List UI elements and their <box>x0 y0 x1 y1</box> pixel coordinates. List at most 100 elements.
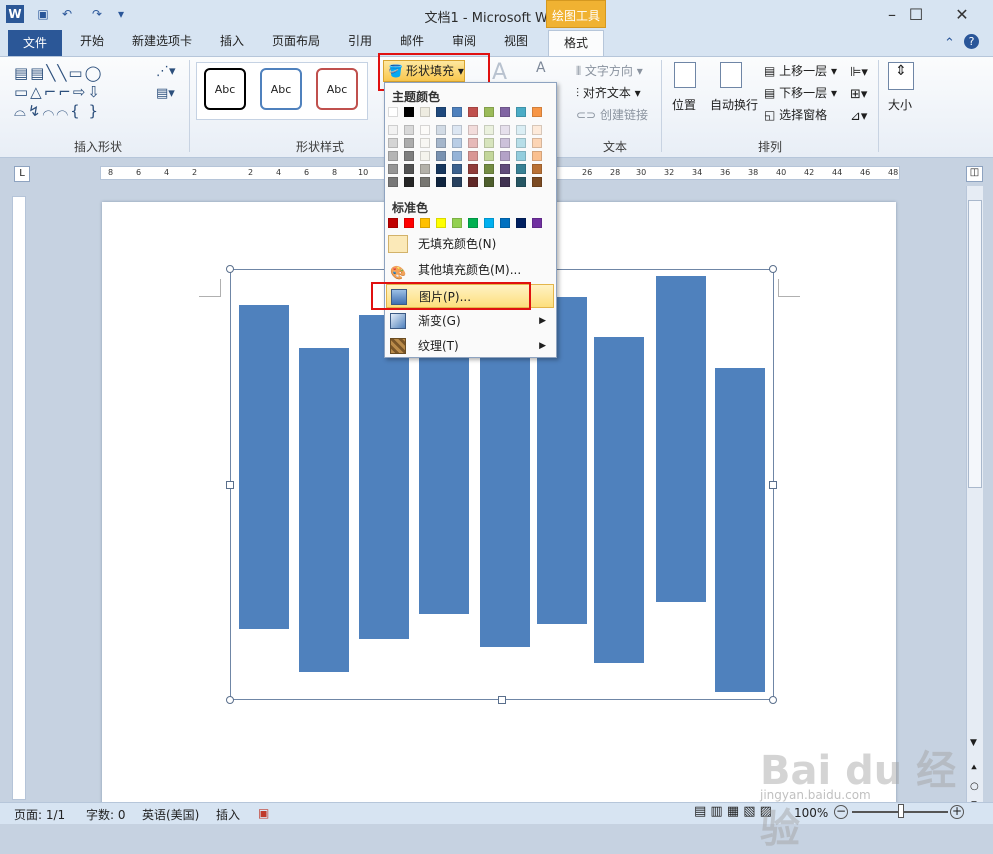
theme-color-shade-swatch[interactable] <box>532 164 542 174</box>
theme-color-shade-swatch[interactable] <box>420 125 430 135</box>
resize-handle-sw[interactable] <box>226 696 234 704</box>
gradient-fill-item[interactable]: 渐变(G) ▶ <box>386 309 554 333</box>
theme-color-swatch[interactable] <box>404 107 414 117</box>
shape-style-black[interactable]: Abc <box>204 68 246 110</box>
wrap-text-button[interactable]: 自动换行 <box>710 96 758 113</box>
theme-color-shade-swatch[interactable] <box>516 138 526 148</box>
standard-color-swatch[interactable] <box>516 218 526 228</box>
theme-color-shade-swatch[interactable] <box>468 125 478 135</box>
scroll-thumb[interactable] <box>968 200 982 488</box>
create-link-button[interactable]: ⊂⊃ 创建链接 <box>576 106 648 123</box>
theme-color-shade-swatch[interactable] <box>436 151 446 161</box>
theme-color-shade-swatch[interactable] <box>500 177 510 187</box>
theme-color-shade-swatch[interactable] <box>468 138 478 148</box>
theme-color-shade-swatch[interactable] <box>388 151 398 161</box>
theme-color-shade-swatch[interactable] <box>468 151 478 161</box>
shape-style-blue[interactable]: Abc <box>260 68 302 110</box>
theme-color-shade-swatch[interactable] <box>516 125 526 135</box>
theme-color-shade-swatch[interactable] <box>404 151 414 161</box>
theme-color-shade-swatch[interactable] <box>420 177 430 187</box>
theme-color-shade-swatch[interactable] <box>452 125 462 135</box>
resize-handle-e[interactable] <box>769 481 777 489</box>
bar-shape-1[interactable] <box>239 305 289 629</box>
theme-color-shade-swatch[interactable] <box>404 138 414 148</box>
tab-home[interactable]: 开始 <box>70 30 114 52</box>
theme-color-shade-swatch[interactable] <box>420 164 430 174</box>
theme-color-shade-swatch[interactable] <box>532 177 542 187</box>
theme-color-swatch[interactable] <box>500 107 510 117</box>
theme-color-shade-swatch[interactable] <box>500 138 510 148</box>
theme-color-swatch[interactable] <box>516 107 526 117</box>
theme-color-swatch[interactable] <box>532 107 542 117</box>
theme-color-shade-swatch[interactable] <box>420 138 430 148</box>
standard-color-swatch[interactable] <box>388 218 398 228</box>
tab-insert[interactable]: 插入 <box>210 30 254 52</box>
theme-color-shade-swatch[interactable] <box>516 164 526 174</box>
ribbon-collapse-icon[interactable]: ⌃ <box>944 36 955 51</box>
theme-color-shade-swatch[interactable] <box>436 138 446 148</box>
theme-color-shade-swatch[interactable] <box>500 125 510 135</box>
standard-color-swatch[interactable] <box>500 218 510 228</box>
selection-pane-button[interactable]: ◱ 选择窗格 <box>764 106 827 123</box>
theme-color-shade-swatch[interactable] <box>404 177 414 187</box>
save-icon[interactable]: ▣ <box>34 5 52 23</box>
customize-qat-icon[interactable]: ▾ <box>112 5 130 23</box>
theme-color-swatch[interactable] <box>468 107 478 117</box>
resize-handle-ne[interactable] <box>769 265 777 273</box>
shape-style-red[interactable]: Abc <box>316 68 358 110</box>
theme-color-shade-swatch[interactable] <box>468 164 478 174</box>
theme-color-shade-swatch[interactable] <box>420 151 430 161</box>
edit-shape-icon[interactable]: ⋰▾ <box>156 64 176 79</box>
theme-color-shade-swatch[interactable] <box>452 164 462 174</box>
resize-handle-w[interactable] <box>226 481 234 489</box>
standard-color-swatch[interactable] <box>436 218 446 228</box>
standard-color-swatch[interactable] <box>468 218 478 228</box>
shapes-gallery[interactable]: ▤▤╲╲▭◯ ▭△⌐⌐⇨⇩ ⌓↯⌒⌒{ } <box>14 64 146 120</box>
theme-color-shade-swatch[interactable] <box>436 177 446 187</box>
bar-shape-4[interactable] <box>419 355 469 614</box>
align-group-icons[interactable]: ⊫▾ ⊞▾ ⊿▾ <box>850 62 868 128</box>
tab-page-layout[interactable]: 页面布局 <box>262 30 330 52</box>
tab-format[interactable]: 格式 <box>548 30 604 57</box>
more-colors-item[interactable]: 🎨 其他填充颜色(M)... <box>386 258 554 282</box>
no-fill-item[interactable]: 无填充颜色(N) <box>386 232 554 256</box>
theme-color-shade-swatch[interactable] <box>388 125 398 135</box>
bring-forward-button[interactable]: ▤ 上移一层 ▾ <box>764 62 837 79</box>
resize-handle-s[interactable] <box>498 696 506 704</box>
text-box-icon[interactable]: ▤▾ <box>156 86 175 101</box>
bar-shape-2[interactable] <box>299 348 349 672</box>
help-icon[interactable]: ? <box>964 34 979 49</box>
theme-color-shade-swatch[interactable] <box>516 177 526 187</box>
theme-color-shade-swatch[interactable] <box>436 125 446 135</box>
theme-color-swatch[interactable] <box>436 107 446 117</box>
theme-color-shade-swatch[interactable] <box>484 138 494 148</box>
theme-color-shade-swatch[interactable] <box>388 164 398 174</box>
undo-icon[interactable]: ↶ <box>58 5 76 23</box>
theme-color-swatch[interactable] <box>452 107 462 117</box>
view-ruler-icon[interactable]: ◫ <box>966 166 983 182</box>
tab-view[interactable]: 视图 <box>494 30 538 52</box>
bar-shape-5[interactable] <box>480 358 530 647</box>
tab-mailings[interactable]: 邮件 <box>390 30 434 52</box>
theme-color-shade-swatch[interactable] <box>484 177 494 187</box>
word-count[interactable]: 字数: 0 <box>86 806 126 823</box>
text-direction-button[interactable]: ⫴ 文字方向 ▾ <box>576 62 643 79</box>
theme-color-swatch[interactable] <box>484 107 494 117</box>
tab-file[interactable]: 文件 <box>8 30 62 56</box>
theme-color-swatch[interactable] <box>420 107 430 117</box>
tab-review[interactable]: 审阅 <box>442 30 486 52</box>
position-button[interactable]: 位置 <box>672 96 696 113</box>
bar-shape-8[interactable] <box>656 276 706 602</box>
standard-color-swatch[interactable] <box>404 218 414 228</box>
resize-handle-se[interactable] <box>769 696 777 704</box>
redo-icon[interactable]: ↷ <box>88 5 106 23</box>
theme-color-shade-swatch[interactable] <box>484 151 494 161</box>
insert-mode[interactable]: 插入 <box>216 806 240 823</box>
close-button[interactable]: ✕ <box>942 0 982 30</box>
standard-color-swatch[interactable] <box>484 218 494 228</box>
theme-color-shade-swatch[interactable] <box>500 151 510 161</box>
bar-shape-9[interactable] <box>715 368 765 692</box>
theme-color-shade-swatch[interactable] <box>452 151 462 161</box>
theme-color-shade-swatch[interactable] <box>404 125 414 135</box>
theme-color-shade-swatch[interactable] <box>532 151 542 161</box>
